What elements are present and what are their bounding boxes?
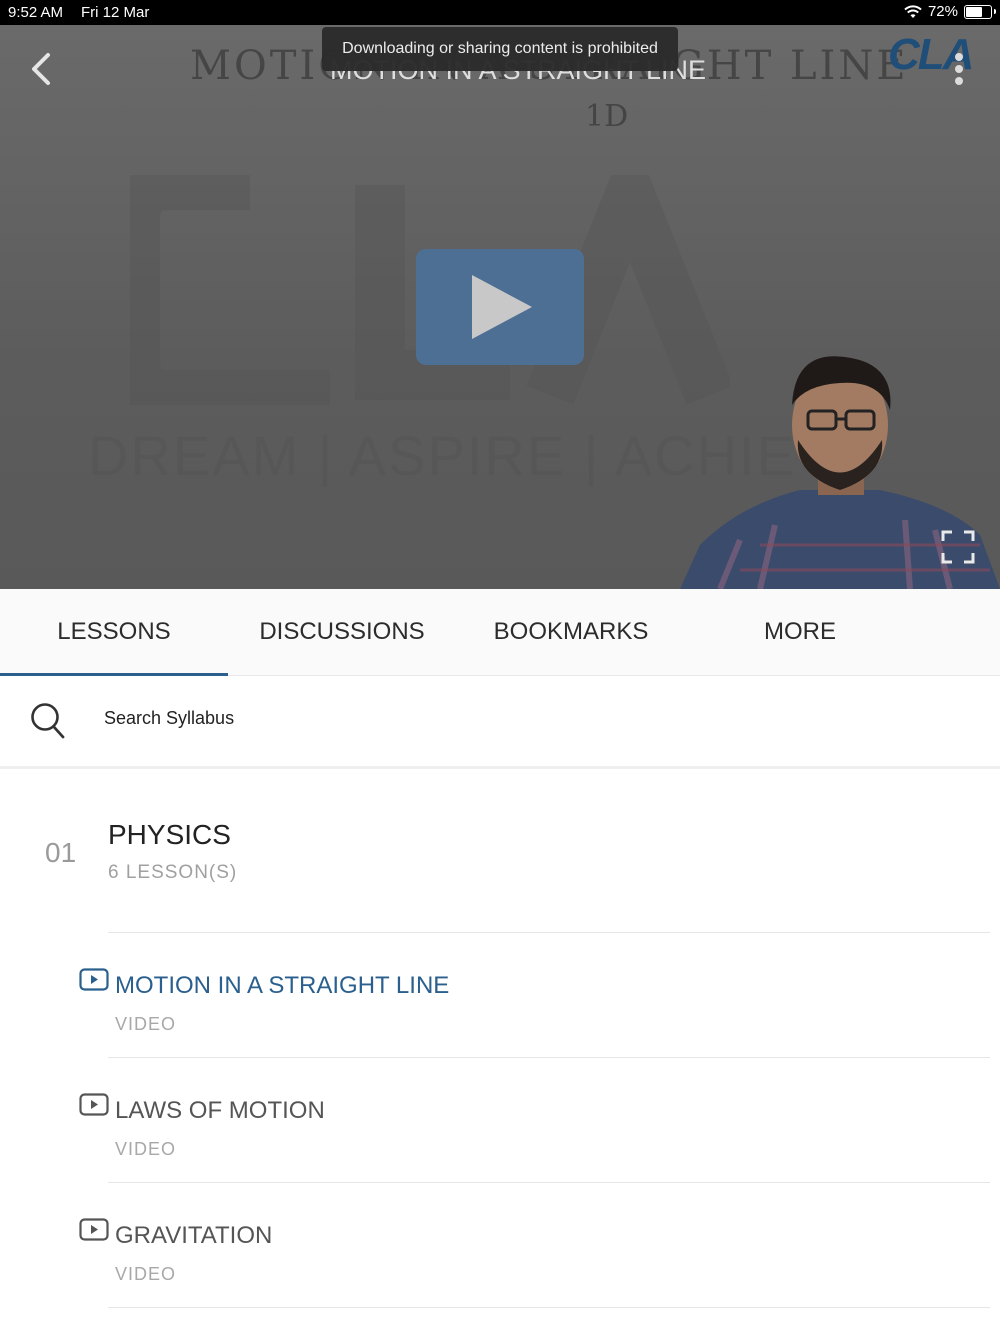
more-vertical-icon — [955, 53, 963, 85]
fullscreen-button[interactable] — [940, 529, 976, 565]
search-label: Search Syllabus — [104, 708, 235, 728]
chapter-number: 01 — [45, 837, 77, 868]
lesson-title: MOTION IN A STRAIGHT LINE — [115, 972, 450, 999]
battery-icon — [964, 4, 996, 19]
play-button[interactable] — [416, 249, 584, 365]
video-player[interactable]: MOTION IN A STRAIGHT LINE 1D DREAM | ASP… — [0, 25, 1000, 589]
divider — [108, 1182, 990, 1183]
lesson-item[interactable]: GRAVITATION VIDEO — [0, 1184, 1000, 1308]
chapter-lesson-count: 6 LESSON(S) — [108, 862, 238, 883]
more-options-button[interactable] — [946, 49, 972, 89]
wifi-icon — [904, 4, 922, 18]
divider — [108, 1307, 990, 1308]
chapter-title: PHYSICS — [108, 819, 231, 850]
tab-more[interactable]: MORE — [686, 589, 914, 675]
tab-bar: LESSONS DISCUSSIONS BOOKMARKS MORE — [0, 589, 1000, 676]
battery-percentage: 72% — [927, 3, 958, 20]
lesson-title: LAWS OF MOTION — [115, 1097, 325, 1124]
play-icon — [472, 275, 532, 339]
lesson-type: VIDEO — [115, 1139, 177, 1159]
lesson-title: GRAVITATION — [115, 1222, 273, 1249]
search-syllabus[interactable]: Search Syllabus — [0, 676, 1000, 769]
lesson-item[interactable]: MOTION IN A STRAIGHT LINE VIDEO — [0, 934, 1000, 1058]
lesson-item[interactable]: LAWS OF MOTION VIDEO — [0, 1059, 1000, 1183]
fullscreen-icon — [941, 530, 975, 564]
video-lesson-icon — [79, 1093, 109, 1116]
tab-discussions[interactable]: DISCUSSIONS — [228, 589, 456, 675]
search-icon — [31, 703, 65, 739]
battery-level-fill — [966, 6, 982, 17]
protection-toast: Downloading or sharing content is prohib… — [322, 27, 678, 71]
divider — [108, 932, 990, 933]
video-lesson-icon — [79, 968, 109, 991]
status-indicators: 72% — [904, 3, 996, 20]
lesson-type: VIDEO — [115, 1264, 177, 1284]
back-chevron-icon — [32, 53, 50, 85]
status-time: 9:52 AM — [8, 4, 64, 21]
back-button[interactable] — [24, 49, 58, 89]
video-lesson-icon — [79, 1218, 109, 1241]
status-bar: 9:52 AM Fri 12 Mar 72% — [0, 0, 1000, 25]
status-date: Fri 12 Mar — [81, 4, 150, 21]
divider — [108, 1057, 990, 1058]
whiteboard-subtitle: 1D — [585, 99, 629, 134]
tab-lessons[interactable]: LESSONS — [0, 589, 228, 675]
lesson-type: VIDEO — [115, 1014, 177, 1034]
tab-bookmarks[interactable]: BOOKMARKS — [456, 589, 686, 675]
